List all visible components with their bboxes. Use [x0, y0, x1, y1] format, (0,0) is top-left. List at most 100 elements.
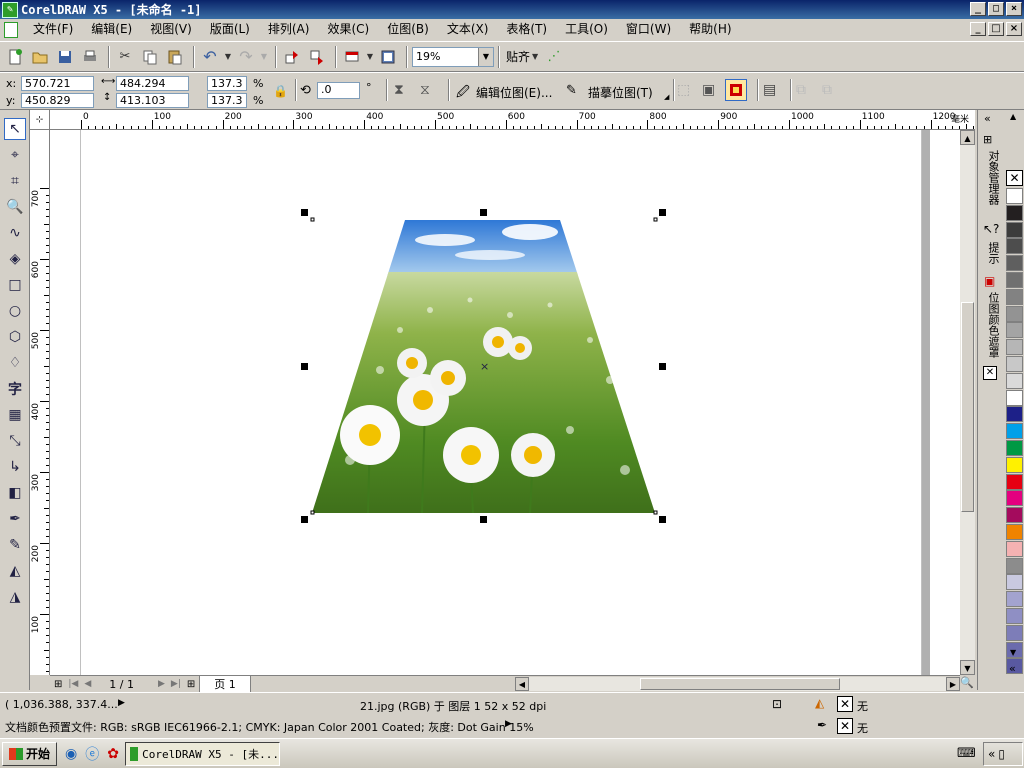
menu-window[interactable]: 窗口(W)	[617, 20, 680, 39]
maximize-button[interactable]: □	[988, 2, 1004, 16]
welcome-icon[interactable]	[377, 46, 399, 68]
navigator-zoom-icon[interactable]: 🔍	[960, 676, 974, 689]
color-proof-icon[interactable]: ⊡	[772, 697, 782, 711]
palette-swatch[interactable]	[1006, 372, 1023, 389]
tab-bitmap-color-mask[interactable]: 位图颜色遮罩	[981, 292, 1001, 358]
close-docker-icon[interactable]: ✕	[983, 366, 997, 380]
palette-flyout-icon[interactable]: «	[1009, 662, 1016, 675]
palette-swatch[interactable]	[1006, 356, 1023, 372]
undo-icon[interactable]: ↶	[199, 46, 221, 68]
link-bitmap-icon[interactable]: ▤	[763, 82, 776, 98]
to-back-icon[interactable]: ⧉	[822, 82, 832, 98]
scale-x-field[interactable]: 137.3	[207, 76, 247, 91]
app-quicklaunch-icon[interactable]: ✿	[107, 746, 119, 762]
zoom-tool-icon[interactable]: 🔍	[4, 196, 26, 218]
export-icon[interactable]	[306, 46, 328, 68]
tray-expand-icon[interactable]: «	[988, 747, 995, 761]
bitmap-object[interactable]: ×	[50, 130, 960, 675]
minimize-button[interactable]: _	[970, 2, 986, 16]
table-tool-icon[interactable]: ▦	[4, 404, 26, 426]
palette-swatch[interactable]	[1006, 188, 1023, 204]
snap-options-icon[interactable]: ⋰	[543, 46, 565, 68]
collapse-docker-icon[interactable]: «	[984, 112, 991, 125]
hints-icon[interactable]: ↖?	[983, 222, 999, 236]
fill-swatch[interactable]: ✕	[837, 696, 853, 712]
palette-swatch[interactable]	[1006, 339, 1023, 356]
menu-text[interactable]: 文本(X)	[438, 20, 498, 39]
cut-icon[interactable]: ✂	[114, 46, 136, 68]
palette-scroll-down-icon[interactable]: ▼	[1010, 648, 1016, 657]
menu-effects[interactable]: 效果(C)	[318, 20, 378, 39]
edit-bitmap-icon[interactable]: 🖉	[456, 83, 470, 105]
eyedropper-tool-icon[interactable]: ✒	[4, 508, 26, 530]
first-page-icon[interactable]: |◀	[68, 679, 78, 689]
save-icon[interactable]	[54, 46, 76, 68]
close-button[interactable]: ×	[1006, 2, 1022, 16]
x-position-field[interactable]: 570.721 mm	[21, 76, 94, 103]
blend-tool-icon[interactable]: ◧	[4, 482, 26, 504]
mirror-horizontal-icon[interactable]: ⧗	[394, 82, 404, 98]
palette-swatch[interactable]	[1006, 557, 1023, 574]
lock-ratio-icon[interactable]: 🔒	[273, 84, 288, 98]
dimension-tool-icon[interactable]: ⤡	[4, 430, 26, 452]
rectangle-tool-icon[interactable]: □	[4, 274, 26, 296]
connector-tool-icon[interactable]: ↳	[4, 456, 26, 478]
menu-view[interactable]: 视图(V)	[141, 20, 201, 39]
shape-tool-icon[interactable]: ⌖	[4, 144, 26, 166]
redo-icon[interactable]: ↷	[235, 46, 257, 68]
horizontal-scrollbar[interactable]: ◀ ▶	[515, 677, 960, 691]
undo-dropdown-icon[interactable]: ▼	[224, 46, 232, 68]
paste-icon[interactable]	[164, 46, 186, 68]
menu-arrange[interactable]: 排列(A)	[259, 20, 319, 39]
palette-swatch[interactable]	[1006, 272, 1023, 288]
mirror-vertical-icon[interactable]: ⧖	[420, 82, 430, 98]
doc-close-button[interactable]: ×	[1006, 22, 1022, 36]
horizontal-scroll-thumb[interactable]	[640, 678, 840, 690]
add-page-before-icon[interactable]: ⊞	[54, 679, 62, 690]
menu-tools[interactable]: 工具(O)	[556, 20, 617, 39]
menu-help[interactable]: 帮助(H)	[680, 20, 740, 39]
menu-file[interactable]: 文件(F)	[24, 20, 82, 39]
crop-tool-icon[interactable]: ⌗	[4, 170, 26, 192]
resample-icon[interactable]: ▣	[702, 82, 715, 98]
trace-bitmap-button[interactable]: 描摹位图(T)	[588, 84, 653, 101]
scale-y-field[interactable]: 137.3	[207, 93, 247, 108]
browser-quicklaunch-icon[interactable]: ◉	[65, 746, 77, 762]
taskbar-coreldraw-item[interactable]: CorelDRAW X5 - [未...	[124, 741, 280, 766]
text-tool-icon[interactable]: 字	[4, 378, 26, 400]
doc-restore-button[interactable]: □	[988, 22, 1004, 36]
ie-quicklaunch-icon[interactable]: ⓔ	[85, 744, 99, 764]
to-front-icon[interactable]: ⧉	[796, 82, 806, 98]
pick-tool-icon[interactable]: ↖	[4, 118, 26, 140]
palette-swatch[interactable]	[1006, 204, 1023, 221]
fill-tool-icon[interactable]: ◭	[4, 560, 26, 582]
scroll-right-icon[interactable]: ▶	[946, 677, 960, 691]
palette-swatch[interactable]	[1006, 574, 1023, 591]
smart-fill-icon[interactable]: ◈	[4, 248, 26, 270]
freehand-tool-icon[interactable]: ∿	[4, 222, 26, 244]
chevron-down-icon[interactable]: ▼	[478, 47, 493, 66]
palette-swatch[interactable]	[1006, 624, 1023, 641]
menu-layout[interactable]: 版面(L)	[201, 20, 259, 39]
app-launcher-icon[interactable]	[341, 46, 363, 68]
bitmap-mask-icon[interactable]: ▣	[984, 274, 995, 288]
last-page-icon[interactable]: ▶|	[171, 679, 181, 689]
palette-swatch[interactable]	[1006, 221, 1023, 238]
crop-bitmap-icon[interactable]: ⬚	[677, 82, 690, 98]
previous-page-icon[interactable]: ◀	[84, 679, 91, 689]
tab-hints[interactable]: 提示	[981, 242, 1001, 264]
doc-minimize-button[interactable]: _	[970, 22, 986, 36]
scroll-left-icon[interactable]: ◀	[515, 677, 529, 691]
ellipse-tool-icon[interactable]: ○	[4, 300, 26, 322]
app-launcher-dropdown-icon[interactable]: ▼	[366, 46, 374, 68]
y-position-field[interactable]: 450.829 mm	[21, 93, 94, 120]
palette-swatch[interactable]	[1006, 591, 1023, 608]
palette-swatch[interactable]	[1006, 406, 1023, 423]
new-icon[interactable]	[4, 46, 26, 68]
copy-icon[interactable]	[139, 46, 161, 68]
no-color-swatch[interactable]: ✕	[1006, 170, 1023, 186]
palette-swatch[interactable]	[1006, 456, 1023, 473]
width-field[interactable]: 484.294 mm	[116, 76, 189, 103]
polygon-tool-icon[interactable]: ⬡	[4, 326, 26, 348]
drawing-canvas[interactable]: ×	[50, 130, 960, 675]
